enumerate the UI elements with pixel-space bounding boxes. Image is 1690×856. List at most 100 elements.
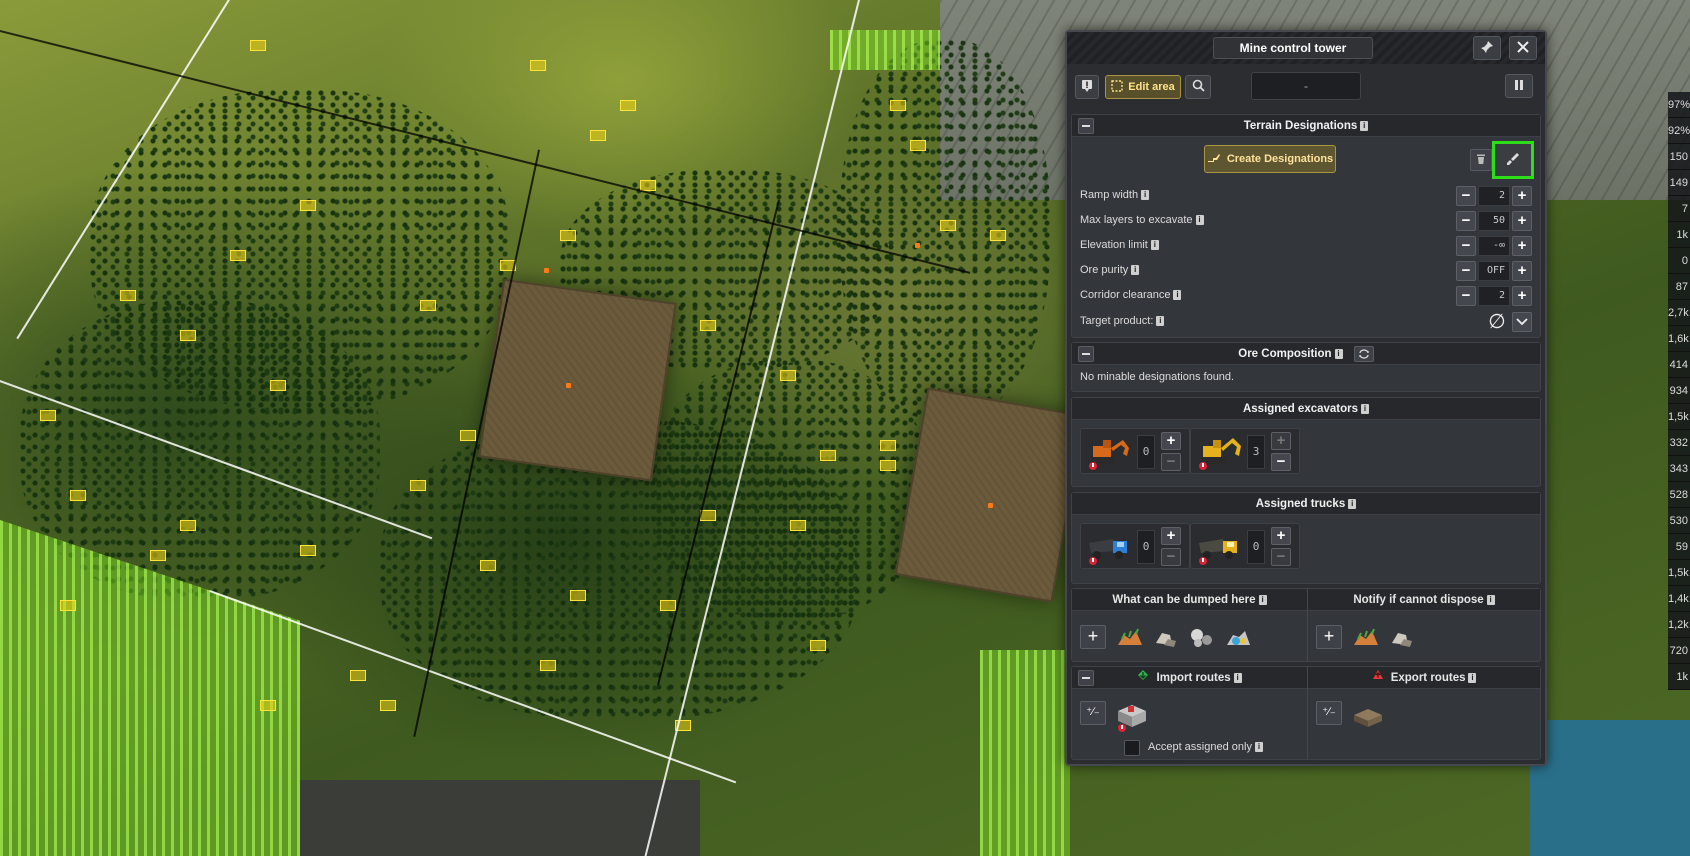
decrement-button[interactable]: − bbox=[1456, 211, 1476, 231]
info-icon[interactable]: i bbox=[1195, 215, 1204, 226]
remove-truck-button[interactable]: − bbox=[1161, 548, 1181, 566]
resource-stat[interactable]: 332 bbox=[1668, 430, 1690, 456]
resource-stat[interactable]: 528 bbox=[1668, 482, 1690, 508]
resource-stat[interactable]: 720 bbox=[1668, 638, 1690, 664]
decrement-button[interactable]: − bbox=[1456, 261, 1476, 281]
collapse-button[interactable] bbox=[1078, 670, 1094, 686]
rock-product-icon[interactable] bbox=[1388, 625, 1416, 649]
dirt-product-icon[interactable] bbox=[1116, 625, 1144, 649]
dirt-product-icon[interactable] bbox=[1352, 625, 1380, 649]
resource-stat[interactable]: 59 bbox=[1668, 534, 1690, 560]
waste-product-icon[interactable] bbox=[1224, 625, 1252, 649]
export-route-icon[interactable] bbox=[1350, 701, 1386, 731]
edit-export-routes-button[interactable]: ⁺∕₋ bbox=[1316, 701, 1342, 725]
excavated-pit[interactable] bbox=[894, 387, 1086, 603]
resource-stat[interactable]: 934 bbox=[1668, 378, 1690, 404]
add-truck-button[interactable]: + bbox=[1271, 527, 1291, 545]
info-icon[interactable]: i bbox=[1233, 673, 1242, 683]
resource-stat[interactable]: 1k bbox=[1668, 222, 1690, 248]
elevation-limit-value[interactable]: -∞ bbox=[1478, 236, 1510, 256]
gravel-product-icon[interactable] bbox=[1188, 625, 1216, 649]
decrement-button[interactable]: − bbox=[1456, 286, 1476, 306]
info-icon[interactable]: i bbox=[1156, 316, 1165, 327]
resource-stat[interactable]: 92% bbox=[1668, 118, 1690, 144]
designation-marker bbox=[250, 40, 266, 51]
resource-stat[interactable]: 343 bbox=[1668, 456, 1690, 482]
increment-button[interactable]: + bbox=[1512, 236, 1532, 256]
collapse-button[interactable] bbox=[1078, 346, 1094, 362]
add-excavator-button[interactable]: + bbox=[1271, 432, 1291, 450]
close-button[interactable] bbox=[1509, 36, 1537, 60]
resource-stat[interactable]: 0 bbox=[1668, 248, 1690, 274]
edit-import-routes-button[interactable]: ⁺∕₋ bbox=[1080, 701, 1106, 725]
info-icon[interactable]: i bbox=[1173, 290, 1182, 301]
resource-stat[interactable]: 87 bbox=[1668, 274, 1690, 300]
info-icon[interactable]: i bbox=[1486, 594, 1495, 605]
panel-titlebar[interactable]: Mine control tower bbox=[1067, 32, 1545, 64]
max-layers-value[interactable]: 50 bbox=[1478, 211, 1510, 231]
game-viewport[interactable]: 97% 92% 150 149 7 1k 0 87 2,7k 1,6k 414 934 1,5k 332 3… bbox=[0, 0, 1690, 856]
remove-excavator-button[interactable]: − bbox=[1161, 453, 1181, 471]
decrement-button[interactable]: − bbox=[1456, 236, 1476, 256]
excavated-pit[interactable] bbox=[478, 278, 677, 482]
resource-stat[interactable]: 2,7k bbox=[1668, 300, 1690, 326]
resource-stat[interactable]: 414 bbox=[1668, 352, 1690, 378]
info-icon[interactable]: i bbox=[1468, 673, 1477, 683]
resource-stat[interactable]: 97% bbox=[1668, 92, 1690, 118]
info-icon[interactable]: i bbox=[1141, 190, 1150, 201]
designation-brush-button[interactable] bbox=[1492, 141, 1534, 179]
ramp-width-value[interactable]: 2 bbox=[1478, 186, 1510, 206]
resource-stat[interactable]: 1,4k bbox=[1668, 586, 1690, 612]
resource-stat[interactable]: 150 bbox=[1668, 144, 1690, 170]
refresh-icon[interactable] bbox=[1353, 345, 1374, 362]
increment-button[interactable]: + bbox=[1512, 211, 1532, 231]
info-icon[interactable]: i bbox=[1360, 120, 1369, 131]
pause-button[interactable] bbox=[1505, 74, 1533, 98]
info-icon[interactable]: i bbox=[1361, 403, 1370, 414]
truck-card[interactable]: 0 + − bbox=[1080, 523, 1190, 569]
increment-button[interactable]: + bbox=[1512, 286, 1532, 306]
resource-stat[interactable]: 1,5k bbox=[1668, 560, 1690, 586]
increment-button[interactable]: + bbox=[1512, 261, 1532, 281]
decrement-button[interactable]: − bbox=[1456, 186, 1476, 206]
resource-stat[interactable]: 1,6k bbox=[1668, 326, 1690, 352]
resource-stat[interactable]: 1,5k bbox=[1668, 404, 1690, 430]
ore-purity-label: Ore purity bbox=[1080, 264, 1129, 276]
excavator-card[interactable]: 3 + − bbox=[1190, 428, 1300, 474]
ore-purity-value[interactable]: OFF bbox=[1478, 261, 1510, 281]
delete-designations-button[interactable] bbox=[1470, 149, 1492, 171]
info-icon[interactable]: i bbox=[1131, 265, 1140, 276]
increment-button[interactable]: + bbox=[1512, 186, 1532, 206]
pin-button[interactable] bbox=[1473, 36, 1501, 60]
create-designations-button[interactable]: Create Designations bbox=[1204, 145, 1336, 173]
truck-card[interactable]: 0 + − bbox=[1190, 523, 1300, 569]
info-icon[interactable]: i bbox=[1348, 498, 1357, 509]
add-excavator-button[interactable]: + bbox=[1161, 432, 1181, 450]
search-button[interactable] bbox=[1185, 75, 1211, 99]
edit-area-button[interactable]: Edit area bbox=[1105, 75, 1181, 99]
import-route-icon[interactable] bbox=[1114, 699, 1150, 733]
remove-truck-button[interactable]: − bbox=[1271, 548, 1291, 566]
resource-stat[interactable]: 149 bbox=[1668, 170, 1690, 196]
info-icon[interactable]: i bbox=[1334, 348, 1343, 359]
rock-product-icon[interactable] bbox=[1152, 625, 1180, 649]
add-notify-button[interactable]: + bbox=[1316, 625, 1342, 649]
accept-assigned-only-checkbox[interactable] bbox=[1124, 740, 1140, 756]
collapse-button[interactable] bbox=[1078, 118, 1094, 134]
target-product-value[interactable]: ∅ bbox=[1486, 311, 1508, 333]
corridor-clearance-value[interactable]: 2 bbox=[1478, 286, 1510, 306]
resource-stat[interactable]: 1k bbox=[1668, 664, 1690, 690]
notifications-button[interactable] bbox=[1075, 75, 1099, 99]
excavator-card[interactable]: 0 + − bbox=[1080, 428, 1190, 474]
resource-stat[interactable]: 7 bbox=[1668, 196, 1690, 222]
info-icon[interactable]: i bbox=[1254, 742, 1263, 753]
ramp-width-label: Ramp width bbox=[1080, 189, 1139, 201]
resource-stat[interactable]: 1,2k bbox=[1668, 612, 1690, 638]
resource-stat[interactable]: 530 bbox=[1668, 508, 1690, 534]
remove-excavator-button[interactable]: − bbox=[1271, 453, 1291, 471]
info-icon[interactable]: i bbox=[1258, 594, 1267, 605]
info-icon[interactable]: i bbox=[1150, 240, 1159, 251]
target-product-dropdown[interactable] bbox=[1512, 312, 1532, 332]
add-truck-button[interactable]: + bbox=[1161, 527, 1181, 545]
add-dumpable-button[interactable]: + bbox=[1080, 625, 1106, 649]
